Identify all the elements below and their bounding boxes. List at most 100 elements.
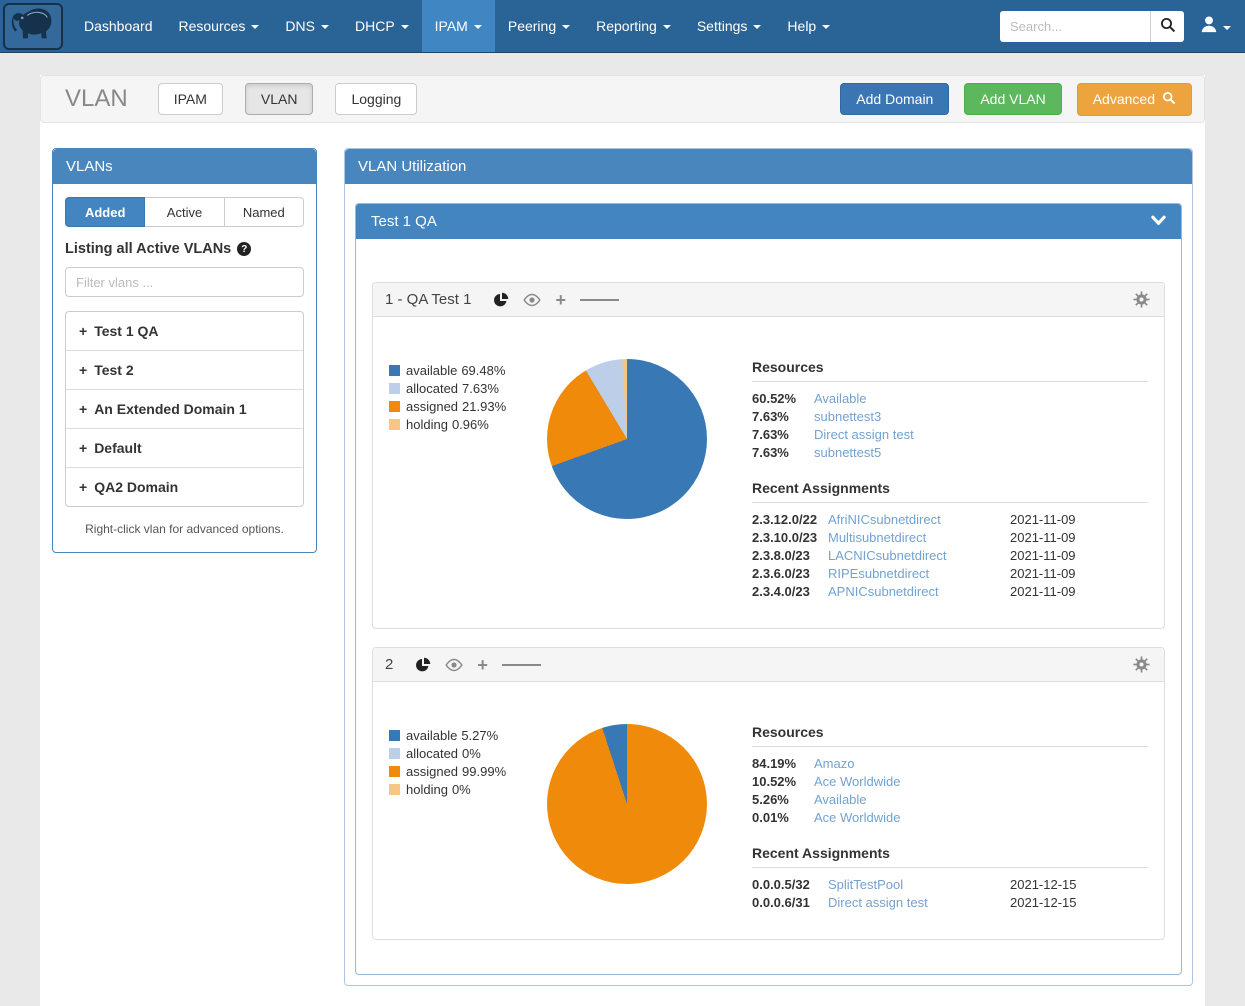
add-domain-button[interactable]: Add Domain: [840, 83, 949, 115]
vlan-name: Default: [94, 440, 141, 456]
resource-percent: 60.52%: [752, 391, 814, 406]
resource-row: 60.52% Available: [752, 391, 1148, 406]
top-navbar: Dashboard Resources DNS DHCP IPAM Peerin…: [0, 0, 1245, 53]
assignment-row: 2.3.6.0/23 RIPEsubnetdirect 2021-11-09: [752, 566, 1148, 581]
vlan-list-item[interactable]: +QA2 Domain: [66, 468, 303, 506]
vlan-name: Test 2: [94, 362, 133, 378]
vlan-list-item[interactable]: +An Extended Domain 1: [66, 390, 303, 429]
assignment-date: 2021-11-09: [1010, 566, 1076, 581]
assignment-date: 2021-11-09: [1010, 548, 1076, 563]
eye-icon[interactable]: [445, 658, 463, 672]
vlans-panel: VLANs Added Active Named Listing all Act…: [52, 148, 317, 553]
search-button[interactable]: [1150, 11, 1184, 42]
expand-icon: +: [79, 440, 87, 456]
vlan-list-item[interactable]: +Test 1 QA: [66, 312, 303, 351]
add-vlan-button[interactable]: Add VLAN: [964, 83, 1061, 115]
assignment-link[interactable]: AfriNICsubnetdirect: [828, 512, 1010, 527]
pie-chart-icon[interactable]: [415, 657, 431, 673]
legend-label: allocated: [406, 746, 458, 761]
app-logo[interactable]: [3, 3, 63, 50]
vlan-section-body: available 69.48% allocated 7.63% assigne…: [373, 317, 1164, 628]
nav-item-settings[interactable]: Settings: [684, 0, 775, 52]
legend-label: holding: [406, 417, 448, 432]
caret-down-icon: [753, 25, 761, 29]
tab-named[interactable]: Named: [225, 197, 304, 227]
legend-value: 7.63%: [462, 381, 499, 396]
vlan-filter-input[interactable]: [65, 267, 304, 297]
resource-percent: 10.52%: [752, 774, 814, 789]
nav-item-ipam[interactable]: IPAM: [422, 0, 495, 52]
resource-percent: 84.19%: [752, 756, 814, 771]
legend-swatch: [389, 383, 400, 394]
menu-icon[interactable]: [502, 661, 541, 668]
pie-chart-icon[interactable]: [493, 292, 509, 308]
add-icon[interactable]: +: [477, 658, 488, 672]
assignment-link[interactable]: APNICsubnetdirect: [828, 584, 1010, 599]
nav-label: DHCP: [355, 18, 395, 34]
expand-icon: +: [79, 362, 87, 378]
vlan-list-item[interactable]: + Default: [66, 429, 303, 468]
expand-icon: +: [79, 479, 87, 495]
nav-item-dhcp[interactable]: DHCP: [342, 0, 422, 52]
chevron-down-icon[interactable]: [1151, 213, 1166, 230]
resource-link[interactable]: Available: [814, 391, 867, 406]
vlan-utilization-panel: VLAN Utilization Test 1 QA 1 - QA Test 1: [344, 148, 1193, 986]
resource-link[interactable]: subnettest3: [814, 409, 881, 424]
menu-icon[interactable]: [580, 296, 619, 303]
legend-swatch: [389, 748, 400, 759]
tab-vlan[interactable]: VLAN: [245, 83, 314, 115]
tab-active[interactable]: Active: [145, 197, 224, 227]
legend-value: 69.48%: [461, 363, 505, 378]
nav-item-help[interactable]: Help: [774, 0, 843, 52]
nav-item-peering[interactable]: Peering: [495, 0, 583, 52]
nav-item-reporting[interactable]: Reporting: [583, 0, 684, 52]
legend-swatch: [389, 766, 400, 777]
advanced-button[interactable]: Advanced: [1077, 83, 1192, 116]
assignment-date: 2021-11-09: [1010, 584, 1076, 599]
user-menu[interactable]: [1200, 15, 1231, 38]
legend-label: assigned: [406, 399, 458, 414]
legend-swatch: [389, 730, 400, 741]
search-icon: [1162, 91, 1176, 108]
assignment-date: 2021-11-09: [1010, 530, 1076, 545]
pie-legend: available 69.48% allocated 7.63% assigne…: [389, 359, 547, 602]
resource-link[interactable]: Ace Worldwide: [814, 774, 900, 789]
nav-item-dns[interactable]: DNS: [272, 0, 342, 52]
vlan-list-item[interactable]: + Test 2: [66, 351, 303, 390]
caret-down-icon: [474, 25, 482, 29]
caret-down-icon: [321, 25, 329, 29]
resources-heading: Resources: [752, 359, 1148, 382]
nav-item-resources[interactable]: Resources: [166, 0, 273, 52]
nav-item-dashboard[interactable]: Dashboard: [71, 0, 166, 52]
tab-logging[interactable]: Logging: [335, 83, 417, 115]
assignment-link[interactable]: Multisubnetdirect: [828, 530, 1010, 545]
assignment-cidr: 2.3.10.0/23: [752, 530, 828, 545]
legend-item: holding 0%: [389, 782, 547, 797]
help-icon[interactable]: ?: [237, 242, 251, 256]
assignment-link[interactable]: RIPEsubnetdirect: [828, 566, 1010, 581]
legend-item: assigned 21.93%: [389, 399, 547, 414]
assignment-cidr: 2.3.8.0/23: [752, 548, 828, 563]
add-icon[interactable]: +: [555, 293, 566, 307]
header-actions: Add Domain Add VLAN Advanced: [840, 83, 1192, 116]
page-title: VLAN: [65, 85, 128, 113]
tab-ipam[interactable]: IPAM: [158, 83, 223, 115]
assignment-row: 0.0.0.5/32 SplitTestPool 2021-12-15: [752, 877, 1148, 892]
search-input[interactable]: [1000, 11, 1150, 42]
resource-link[interactable]: Amazo: [814, 756, 854, 771]
eye-icon[interactable]: [523, 293, 541, 307]
resource-row: 7.63% subnettest3: [752, 409, 1148, 424]
domain-panel-heading[interactable]: Test 1 QA: [356, 204, 1181, 239]
resource-link[interactable]: Available: [814, 792, 867, 807]
gear-icon[interactable]: [1133, 656, 1150, 673]
assignment-link[interactable]: SplitTestPool: [828, 877, 1010, 892]
gear-icon[interactable]: [1133, 291, 1150, 308]
legend-item: allocated 7.63%: [389, 381, 547, 396]
resource-link[interactable]: Direct assign test: [814, 427, 914, 442]
tab-added[interactable]: Added: [65, 197, 145, 227]
vlan-filter-tabs: Added Active Named: [65, 197, 304, 227]
assignment-link[interactable]: Direct assign test: [828, 895, 1010, 910]
assignment-link[interactable]: LACNICsubnetdirect: [828, 548, 1010, 563]
resource-link[interactable]: Ace Worldwide: [814, 810, 900, 825]
resource-link[interactable]: subnettest5: [814, 445, 881, 460]
